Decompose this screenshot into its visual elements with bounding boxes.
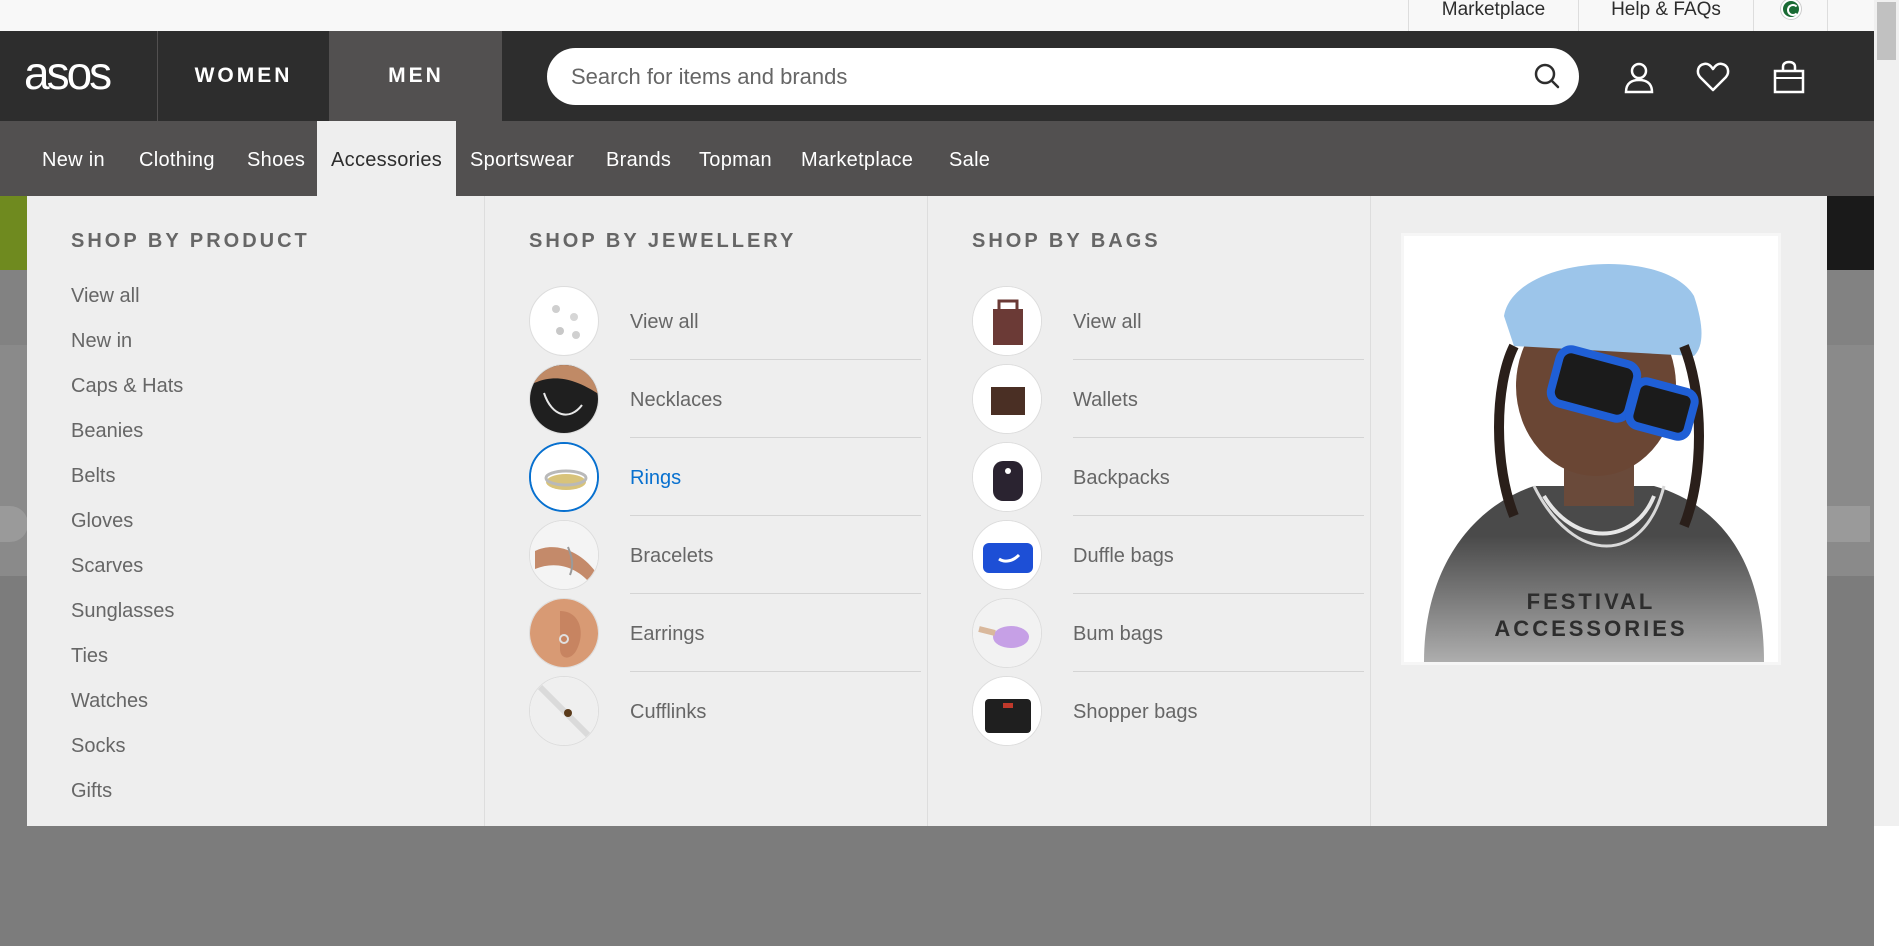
- duffle-thumbnail: [972, 520, 1042, 590]
- account-icon[interactable]: [1621, 59, 1657, 95]
- menu-link-label: Bum bags: [1073, 594, 1364, 672]
- menu-link-earrings[interactable]: Earrings: [529, 594, 921, 672]
- menu-link-beanies[interactable]: Beanies: [71, 409, 183, 454]
- menu-link-new-in[interactable]: New in: [71, 319, 183, 364]
- wallet-thumbnail: [972, 364, 1042, 434]
- ring-thumbnail: [529, 442, 599, 512]
- utility-link-marketplace[interactable]: Marketplace: [1408, 0, 1578, 31]
- menu-link-label: View all: [630, 282, 921, 360]
- backpack-thumbnail: [972, 442, 1042, 512]
- shopper-bag-thumbnail: [972, 676, 1042, 746]
- menu-link-label: Necklaces: [630, 360, 921, 438]
- country-selector[interactable]: [1753, 0, 1828, 31]
- bum-bag-thumbnail: [972, 598, 1042, 668]
- menu-link-label: Duffle bags: [1073, 516, 1364, 594]
- menu-link-necklaces[interactable]: Necklaces: [529, 360, 921, 438]
- menu-link-view-all[interactable]: View all: [529, 282, 921, 360]
- cufflink-thumbnail: [529, 676, 599, 746]
- flag-icon: [1781, 0, 1801, 19]
- asos-logo[interactable]: asos: [24, 45, 130, 101]
- promo-title: FESTIVAL ACCESSORIES: [1404, 588, 1778, 642]
- women-tab[interactable]: WOMEN: [157, 31, 329, 121]
- jewellery-thumbnail: [529, 286, 599, 356]
- festival-accessories-promo[interactable]: FESTIVAL ACCESSORIES: [1401, 233, 1781, 665]
- utility-link-help[interactable]: Help & FAQs: [1578, 0, 1753, 31]
- menu-link-bum-bags[interactable]: Bum bags: [972, 594, 1364, 672]
- heart-icon[interactable]: [1695, 59, 1731, 95]
- column-title: SHOP BY PRODUCT: [71, 230, 310, 252]
- menu-link-label: Bracelets: [630, 516, 921, 594]
- shop-by-jewellery-column: SHOP BY JEWELLERY View all Necklaces Rin…: [484, 196, 927, 826]
- menu-link-cufflinks[interactable]: Cufflinks: [529, 672, 909, 750]
- menu-link-belts[interactable]: Belts: [71, 454, 183, 499]
- menu-link-view-all[interactable]: View all: [71, 274, 183, 319]
- nav-item-topman[interactable]: Topman: [685, 121, 786, 196]
- nav-item-sportswear[interactable]: Sportswear: [456, 121, 588, 196]
- nav-item-accessories[interactable]: Accessories: [317, 121, 457, 196]
- promo-title-line1: FESTIVAL: [1526, 589, 1656, 614]
- search-input[interactable]: [571, 58, 1511, 95]
- menu-link-label: Rings: [630, 438, 921, 516]
- menu-link-duffle-bags[interactable]: Duffle bags: [972, 516, 1364, 594]
- nav-item-sale[interactable]: Sale: [935, 121, 1004, 196]
- bag-thumbnail: [972, 286, 1042, 356]
- scrollbar[interactable]: [1874, 0, 1899, 826]
- menu-link-caps-hats[interactable]: Caps & Hats: [71, 364, 183, 409]
- nav-item-brands[interactable]: Brands: [592, 121, 685, 196]
- utility-bar: Marketplace Help & FAQs: [0, 0, 1874, 31]
- search-bar: [547, 48, 1579, 105]
- shop-by-product-column: SHOP BY PRODUCT View all New in Caps & H…: [27, 196, 484, 826]
- product-list: View all New in Caps & Hats Beanies Belt…: [71, 274, 183, 814]
- menu-link-watches[interactable]: Watches: [71, 679, 183, 724]
- menu-link-shopper-bags[interactable]: Shopper bags: [972, 672, 1352, 750]
- menu-link-label: Cufflinks: [630, 701, 707, 723]
- bags-list: View all Wallets Backpacks Duffle bags B…: [972, 282, 1364, 750]
- main-header: asos WOMEN MEN: [0, 31, 1874, 121]
- nav-item-clothing[interactable]: Clothing: [125, 121, 229, 196]
- nav-item-shoes[interactable]: Shoes: [233, 121, 319, 196]
- menu-link-label: View all: [1073, 282, 1364, 360]
- earring-thumbnail: [529, 598, 599, 668]
- menu-link-bracelets[interactable]: Bracelets: [529, 516, 921, 594]
- necklace-thumbnail: [529, 364, 599, 434]
- menu-link-label: Backpacks: [1073, 438, 1364, 516]
- menu-link-label: Earrings: [630, 594, 921, 672]
- menu-link-sunglasses[interactable]: Sunglasses: [71, 589, 183, 634]
- menu-link-gifts[interactable]: Gifts: [71, 769, 183, 814]
- menu-link-ties[interactable]: Ties: [71, 634, 183, 679]
- menu-link-backpacks[interactable]: Backpacks: [972, 438, 1364, 516]
- category-nav: New in Clothing Shoes Accessories Sports…: [0, 121, 1874, 196]
- banner-edge: [1825, 196, 1874, 270]
- menu-link-label: Wallets: [1073, 360, 1364, 438]
- menu-link-scarves[interactable]: Scarves: [71, 544, 183, 589]
- menu-link-label: Shopper bags: [1073, 701, 1198, 723]
- promo-banner-edge: [0, 196, 28, 270]
- bracelet-thumbnail: [529, 520, 599, 590]
- promo-title-line2: ACCESSORIES: [1494, 616, 1688, 641]
- menu-link-rings[interactable]: Rings: [529, 438, 921, 516]
- scrollbar-thumb[interactable]: [1877, 2, 1896, 60]
- shop-by-bags-column: SHOP BY BAGS View all Wallets Backpacks: [927, 196, 1370, 826]
- column-title: SHOP BY JEWELLERY: [529, 230, 797, 252]
- jewellery-list: View all Necklaces Rings Bracelets Earri…: [529, 282, 921, 750]
- bag-icon[interactable]: [1771, 59, 1807, 95]
- search-icon[interactable]: [1533, 62, 1561, 90]
- nav-item-new-in[interactable]: New in: [28, 121, 119, 196]
- menu-link-socks[interactable]: Socks: [71, 724, 183, 769]
- nav-item-marketplace[interactable]: Marketplace: [787, 121, 927, 196]
- men-tab[interactable]: MEN: [329, 31, 502, 121]
- column-title: SHOP BY BAGS: [972, 230, 1161, 252]
- menu-link-gloves[interactable]: Gloves: [71, 499, 183, 544]
- menu-link-wallets[interactable]: Wallets: [972, 360, 1364, 438]
- carousel-pill: [0, 506, 28, 542]
- menu-link-view-all[interactable]: View all: [972, 282, 1364, 360]
